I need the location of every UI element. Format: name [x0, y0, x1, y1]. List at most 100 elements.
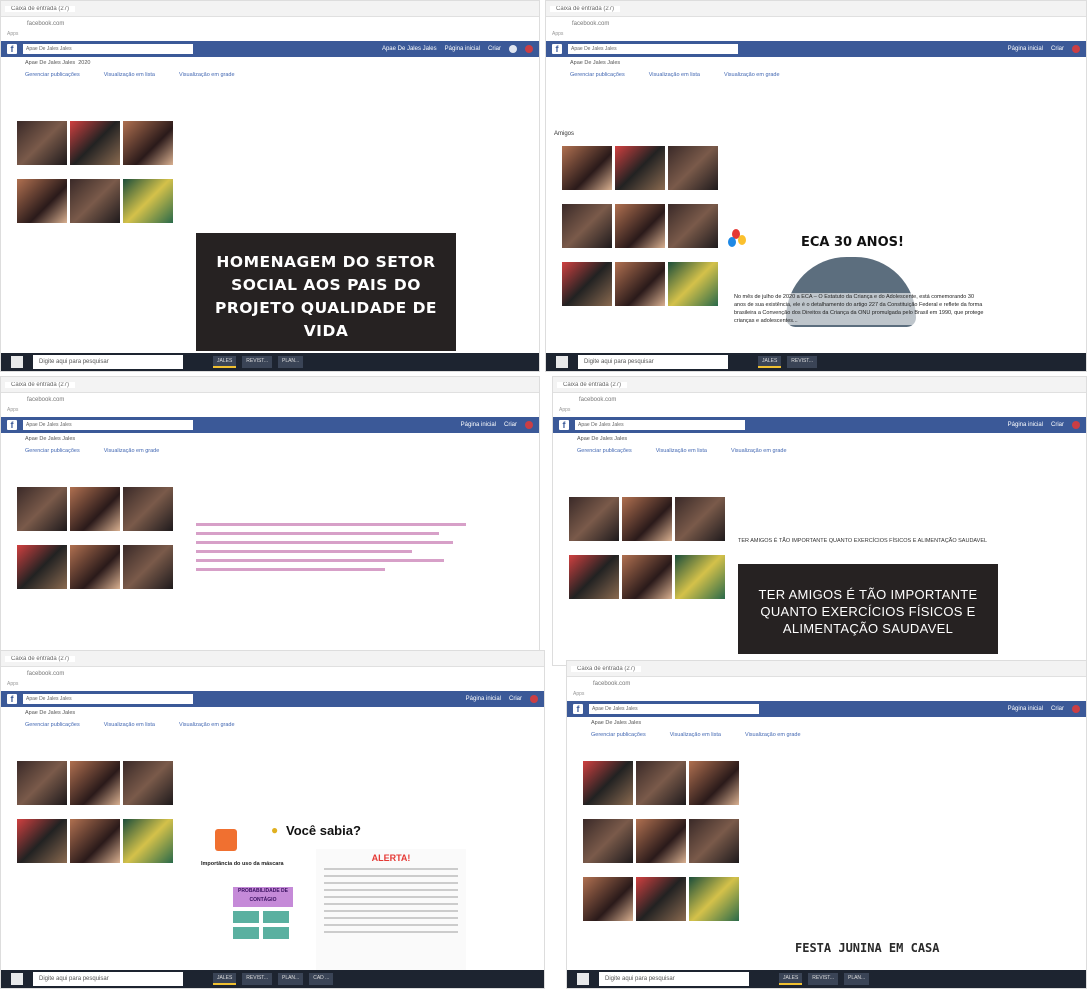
browser-tab-bar[interactable]: Caixa de entrada (27): [553, 377, 1086, 393]
notifications-icon[interactable]: [1072, 45, 1080, 53]
friend-photo[interactable]: [562, 146, 612, 190]
friend-photo[interactable]: [123, 819, 173, 863]
facebook-search-input[interactable]: Apae De Jales Jales: [23, 694, 193, 704]
windows-start-icon[interactable]: [11, 356, 23, 368]
friend-photo[interactable]: [622, 555, 672, 599]
notifications-icon[interactable]: [1072, 421, 1080, 429]
alerta-box[interactable]: ALERTA!: [316, 849, 466, 979]
friend-photo[interactable]: [70, 819, 120, 863]
create-link[interactable]: Criar: [1051, 46, 1064, 52]
facebook-logo-icon[interactable]: f: [559, 420, 569, 430]
notifications-icon[interactable]: [530, 695, 538, 703]
friend-photo[interactable]: [636, 877, 686, 921]
create-link[interactable]: Criar: [1051, 706, 1064, 712]
list-view-button[interactable]: Visualização em lista: [670, 732, 721, 738]
eca-image[interactable]: ECA 30 ANOS! No mês de julho de 2020 a E…: [726, 225, 988, 365]
friend-photo[interactable]: [689, 761, 739, 805]
friend-photo[interactable]: [583, 819, 633, 863]
notifications-icon[interactable]: [1072, 705, 1080, 713]
grid-view-button[interactable]: Visualização em grade: [179, 722, 235, 728]
windows-start-icon[interactable]: [577, 973, 589, 985]
url-text[interactable]: facebook.com: [579, 397, 616, 403]
subnav-profile[interactable]: Apae De Jales Jales: [591, 720, 641, 726]
subnav-profile[interactable]: Apae De Jales Jales: [570, 60, 620, 66]
friend-photo[interactable]: [70, 179, 120, 223]
create-link[interactable]: Criar: [504, 422, 517, 428]
home-link[interactable]: Página inicial: [1008, 706, 1043, 712]
friend-photo[interactable]: [668, 146, 718, 190]
friend-photo[interactable]: [123, 179, 173, 223]
task-plan[interactable]: PLAN...: [843, 973, 870, 985]
friends-title[interactable]: Amigos: [554, 131, 574, 137]
task-jales[interactable]: JALES: [213, 973, 237, 985]
facebook-search-input[interactable]: Apae De Jales Jales: [575, 420, 745, 430]
manage-posts-button[interactable]: Gerenciar publicações: [577, 448, 632, 454]
browser-tab[interactable]: Caixa de entrada (27): [571, 665, 642, 672]
taskbar-search-input[interactable]: Digite aqui para pesquisar: [33, 972, 183, 986]
friend-photo[interactable]: [17, 761, 67, 805]
grid-view-button[interactable]: Visualização em grade: [745, 732, 801, 738]
manage-posts-button[interactable]: Gerenciar publicações: [570, 72, 625, 78]
friend-photo[interactable]: [569, 555, 619, 599]
create-link[interactable]: Criar: [509, 696, 522, 702]
friend-photo[interactable]: [615, 146, 665, 190]
task-cad[interactable]: CAD ...: [309, 973, 334, 985]
browser-tab-bar[interactable]: Caixa de entrada (27): [1, 1, 539, 17]
home-link[interactable]: Página inicial: [466, 696, 501, 702]
grid-view-button[interactable]: Visualização em grade: [179, 72, 235, 78]
homenagem-banner[interactable]: HOMENAGEM DO SETOR SOCIAL AOS PAIS DO PR…: [196, 233, 456, 351]
profile-link[interactable]: Apae De Jales Jales: [382, 46, 437, 52]
grid-view-button[interactable]: Visualização em grade: [724, 72, 780, 78]
friend-photo[interactable]: [123, 545, 173, 589]
browser-tab-bar[interactable]: Caixa de entrada (27): [1, 651, 544, 667]
facebook-search-input[interactable]: Apae De Jales Jales: [23, 420, 193, 430]
facebook-search-input[interactable]: Apae De Jales Jales: [589, 704, 759, 714]
task-revista[interactable]: REVIST...: [808, 973, 838, 985]
friend-photo[interactable]: [70, 545, 120, 589]
bookmarks-bar[interactable]: Apps: [1, 681, 544, 691]
manage-posts-button[interactable]: Gerenciar publicações: [25, 72, 80, 78]
friends-icon[interactable]: [509, 45, 517, 53]
bookmarks-bar[interactable]: Apps: [1, 31, 539, 41]
facebook-logo-icon[interactable]: f: [7, 420, 17, 430]
friend-photo[interactable]: [70, 121, 120, 165]
facebook-logo-icon[interactable]: f: [7, 44, 17, 54]
address-bar[interactable]: facebook.com: [1, 17, 539, 31]
task-plan[interactable]: PLAN...: [277, 356, 304, 368]
task-jales[interactable]: JALES: [213, 356, 237, 368]
friend-photo[interactable]: [583, 877, 633, 921]
list-view-button[interactable]: Visualização em lista: [104, 72, 155, 78]
friend-photo[interactable]: [636, 819, 686, 863]
mask-infographic[interactable]: Importância do uso da máscara PROBABILID…: [201, 829, 311, 979]
list-view-button[interactable]: Visualização em lista: [656, 448, 707, 454]
friend-photo[interactable]: [622, 497, 672, 541]
year-filter[interactable]: 2020: [78, 60, 90, 66]
create-link[interactable]: Criar: [1051, 422, 1064, 428]
friend-photo[interactable]: [615, 204, 665, 248]
task-revista[interactable]: REVIST...: [242, 973, 272, 985]
subnav-profile[interactable]: Apae De Jales Jales: [25, 710, 75, 716]
friend-photo[interactable]: [583, 761, 633, 805]
subnav-profile[interactable]: Apae De Jales Jales: [25, 60, 75, 66]
home-link[interactable]: Página inicial: [1008, 422, 1043, 428]
subnav-profile[interactable]: Apae De Jales Jales: [577, 436, 627, 442]
create-link[interactable]: Criar: [488, 46, 501, 52]
taskbar-search-input[interactable]: Digite aqui para pesquisar: [578, 355, 728, 369]
notifications-icon[interactable]: [525, 45, 533, 53]
task-jales[interactable]: JALES: [758, 356, 782, 368]
task-revista[interactable]: REVIST...: [242, 356, 272, 368]
address-bar[interactable]: facebook.com: [546, 17, 1086, 31]
friend-photo[interactable]: [123, 487, 173, 531]
browser-tab-bar[interactable]: Caixa de entrada (27): [546, 1, 1086, 17]
friend-photo[interactable]: [17, 819, 67, 863]
address-bar[interactable]: facebook.com: [1, 393, 539, 407]
facebook-logo-icon[interactable]: f: [573, 704, 583, 714]
friend-photo[interactable]: [689, 819, 739, 863]
friend-photo[interactable]: [569, 497, 619, 541]
list-view-button[interactable]: Visualização em lista: [104, 722, 155, 728]
friend-photo[interactable]: [123, 761, 173, 805]
friend-photo[interactable]: [562, 204, 612, 248]
url-text[interactable]: facebook.com: [27, 671, 64, 677]
subnav-profile[interactable]: Apae De Jales Jales: [25, 436, 75, 442]
browser-tab[interactable]: Caixa de entrada (27): [550, 5, 621, 12]
